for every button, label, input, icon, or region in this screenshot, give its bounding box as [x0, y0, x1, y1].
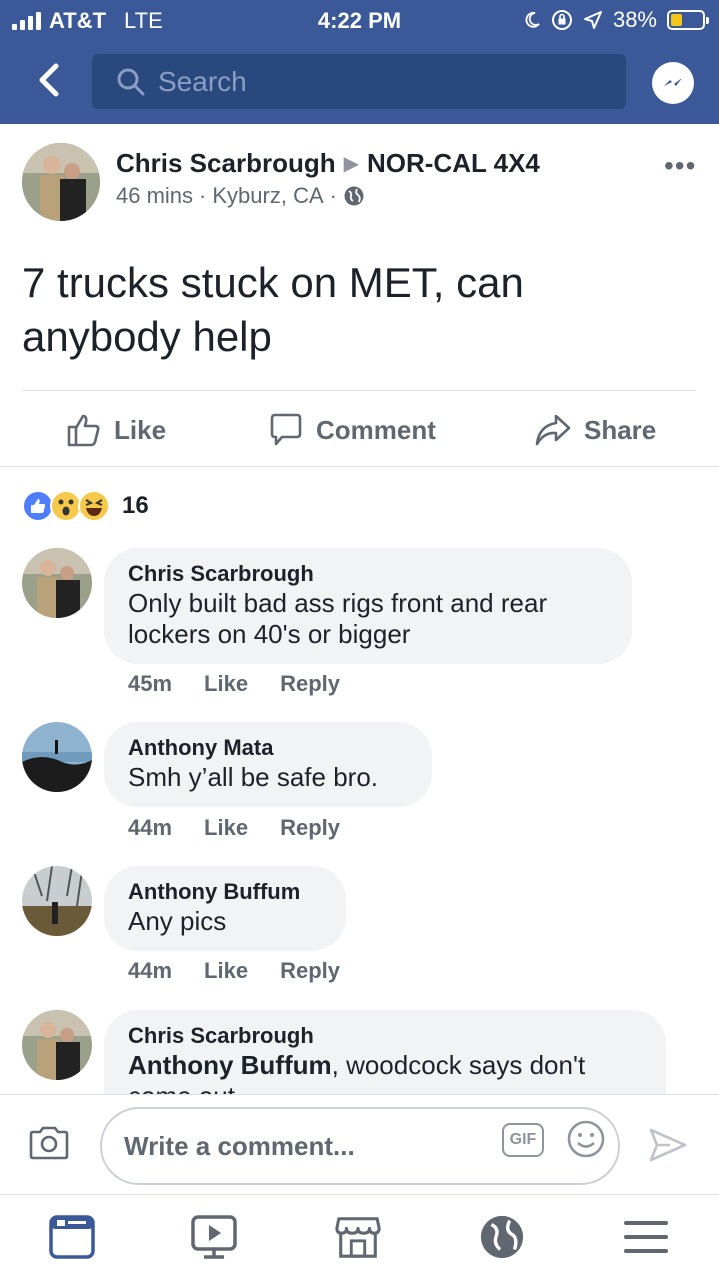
comment-bubble: Chris Scarbrough Only built bad ass rigs…	[104, 548, 632, 664]
avatar-photo	[22, 143, 100, 221]
post-text: 7 trucks stuck on MET, can anybody help	[22, 259, 524, 360]
avatar-photo	[22, 1010, 92, 1080]
comment-icon	[270, 413, 302, 446]
messenger-icon	[664, 78, 682, 86]
tab-menu[interactable]	[622, 1213, 670, 1261]
post-header-names: Chris Scarbrough ▶ NOR-CAL 4X4	[116, 148, 540, 179]
battery-fill	[671, 14, 683, 26]
gif-button[interactable]: GIF	[502, 1123, 544, 1157]
bottom-tab-bar	[0, 1194, 719, 1278]
comment-composer: Write a comment... GIF	[0, 1094, 719, 1194]
messenger-button[interactable]	[652, 62, 694, 104]
tab-watch[interactable]	[190, 1213, 238, 1261]
post-author-name[interactable]: Chris Scarbrough	[116, 148, 336, 179]
comment-avatar[interactable]	[22, 866, 92, 936]
tab-marketplace[interactable]	[334, 1213, 382, 1261]
post-author-avatar[interactable]	[22, 143, 100, 221]
comment-avatar[interactable]	[22, 722, 92, 792]
comment-author[interactable]: Chris Scarbrough	[128, 560, 608, 588]
comment-input-placeholder: Write a comment...	[124, 1130, 355, 1161]
avatar-photo	[22, 866, 92, 936]
like-button[interactable]: Like	[66, 412, 166, 448]
comment-time: 45m	[128, 671, 173, 696]
comment-label: Comment	[316, 414, 436, 445]
battery-icon	[667, 10, 709, 30]
comment-text: Only built bad ass rigs front and rear l…	[128, 588, 548, 649]
moon-icon	[525, 11, 540, 28]
haha-reaction-icon	[78, 490, 110, 522]
comment-author[interactable]: Anthony Buffum	[128, 878, 322, 906]
comment-clip: Chris Scarbrough Anthony Buffum, woodcoc…	[0, 1000, 719, 1094]
search-icon	[117, 68, 145, 95]
tab-notifications[interactable]	[478, 1213, 526, 1261]
comment-author[interactable]: Chris Scarbrough	[128, 1022, 642, 1050]
avatar-photo	[22, 548, 92, 618]
comment-like-button[interactable]: Like	[204, 671, 248, 697]
status-right: 38%	[523, 7, 709, 33]
comment-time: 44m	[128, 958, 173, 983]
comment-bubble: Anthony Buffum Any pics	[104, 866, 346, 951]
back-chevron-icon[interactable]	[30, 60, 70, 100]
battery-percent: 38%	[612, 7, 657, 32]
rotation-lock-icon	[551, 10, 572, 30]
comment-meta: 44m Like Reply	[128, 958, 340, 984]
comment-text: Smh y’all be safe bro.	[128, 762, 379, 792]
marketplace-icon	[335, 1217, 381, 1258]
share-button[interactable]: Share	[534, 412, 656, 448]
meta-separator: ·	[199, 183, 207, 208]
post-actions: Like Comment Share	[0, 404, 719, 458]
comment-avatar[interactable]	[22, 548, 92, 618]
comment-text: Anthony Buffum, woodcock says don't come…	[128, 1050, 642, 1094]
news-feed-icon	[49, 1215, 95, 1259]
reaction-count: 16	[122, 492, 149, 519]
divider	[22, 390, 696, 391]
status-bar: AT&T LTE 4:22 PM 38%	[0, 0, 719, 40]
comment-bubble: Chris Scarbrough Anthony Buffum, woodcoc…	[104, 1010, 666, 1094]
comment-bubble: Anthony Mata Smh y’all be safe bro.	[104, 722, 432, 807]
more-dots-icon[interactable]: •••	[664, 150, 696, 182]
share-icon	[535, 414, 571, 446]
post-meta: 46 mins · Kyburz, CA ·	[116, 183, 365, 209]
send-icon[interactable]	[648, 1127, 688, 1163]
nav-bar: Search	[0, 44, 719, 120]
comment-text: Any pics	[128, 906, 227, 936]
comment-button[interactable]: Comment	[268, 412, 436, 448]
comment-reply-button[interactable]: Reply	[280, 815, 340, 841]
avatar-photo	[22, 722, 92, 792]
notifications-globe-icon	[480, 1215, 524, 1259]
comment-avatar[interactable]	[22, 1010, 92, 1080]
arrow-right-icon: ▶	[343, 153, 359, 175]
search-placeholder: Search	[158, 65, 247, 97]
watch-icon	[191, 1215, 237, 1259]
meta-separator: ·	[329, 183, 337, 208]
top-bar: AT&T LTE 4:22 PM 38% Search	[0, 0, 719, 124]
comment-meta: 44m Like Reply	[128, 815, 340, 841]
comment-like-button[interactable]: Like	[204, 958, 248, 984]
like-thumb-icon	[67, 414, 100, 447]
search-bar[interactable]: Search	[92, 54, 626, 109]
post-group-name[interactable]: NOR-CAL 4X4	[367, 148, 540, 179]
comment-like-button[interactable]: Like	[204, 815, 248, 841]
comment-mention[interactable]: Anthony Buffum	[128, 1050, 332, 1080]
comment-meta: 45m Like Reply	[128, 671, 340, 697]
comment-author[interactable]: Anthony Mata	[128, 734, 408, 762]
menu-icon	[624, 1221, 668, 1253]
comment-time: 44m	[128, 815, 173, 840]
camera-icon[interactable]	[28, 1125, 70, 1161]
like-label: Like	[114, 414, 167, 445]
smiley-icon[interactable]	[566, 1119, 606, 1159]
comment-reply-button[interactable]: Reply	[280, 671, 340, 697]
post-time: 46 mins	[116, 183, 194, 208]
comment-reply-button[interactable]: Reply	[280, 958, 340, 984]
reactions-summary[interactable]: 16	[22, 490, 149, 522]
location-arrow-icon	[583, 11, 602, 29]
divider	[0, 466, 719, 467]
tab-news-feed[interactable]	[48, 1213, 96, 1261]
post-location[interactable]: Kyburz, CA	[212, 183, 323, 209]
globe-icon	[344, 186, 364, 206]
share-label: Share	[584, 414, 657, 445]
